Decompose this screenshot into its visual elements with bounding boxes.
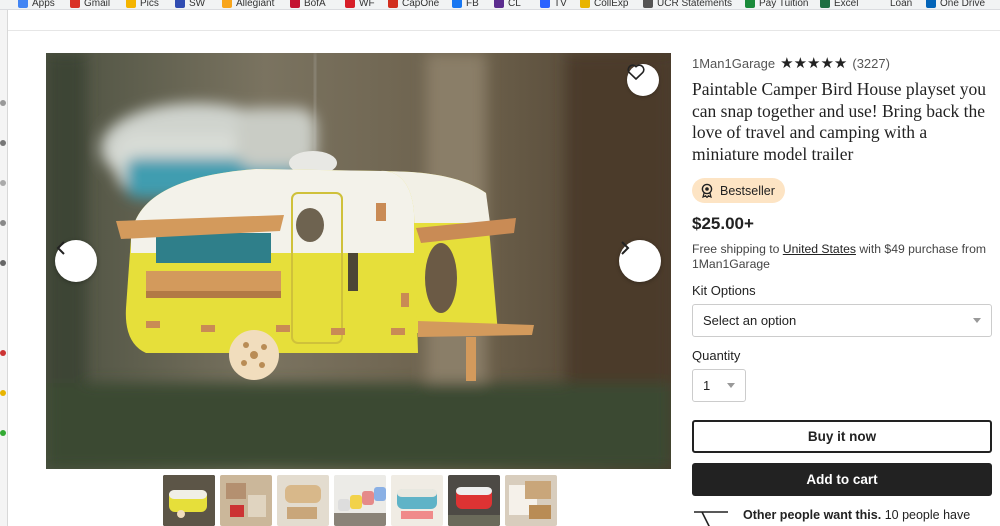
bookmark-allegiant[interactable]: Allegiant [222, 0, 274, 9]
adjacent-window-edge [0, 10, 8, 526]
shipping-prefix: Free shipping to [692, 242, 783, 256]
bookmark-collexp[interactable]: CollExp [580, 0, 628, 9]
shop-rating-line: 1Man1Garage ★★★★★ (3227) [692, 54, 992, 72]
image-thumbnails [163, 475, 557, 526]
thumbnail-2[interactable] [220, 475, 272, 526]
bofa-flag-icon [290, 0, 300, 8]
caret-down-icon [727, 383, 735, 388]
bookmark-sw[interactable]: SW [175, 0, 205, 9]
bookmark-ucr-statements[interactable]: UCR Statements [643, 0, 732, 9]
quantity-select[interactable]: 1 [692, 369, 746, 402]
wf-icon [345, 0, 355, 8]
favorite-button[interactable] [627, 64, 659, 96]
social-proof: Other people want this. 10 people have [692, 508, 992, 526]
shop-name-link[interactable]: 1Man1Garage [692, 56, 775, 71]
buy-it-now-button[interactable]: Buy it now [692, 420, 992, 453]
thumbnail-image [448, 475, 500, 526]
thumbnail-1[interactable] [163, 475, 215, 526]
thumbnail-image [277, 475, 329, 526]
tuition-icon [745, 0, 755, 8]
price: $25.00+ [692, 214, 754, 233]
badge-label: Bestseller [720, 183, 775, 198]
thumbnail-3[interactable] [277, 475, 329, 526]
capone-swoosh-icon [388, 0, 398, 8]
quantity-label: Quantity [692, 348, 741, 363]
award-ribbon-icon [701, 183, 713, 198]
product-main-image[interactable] [46, 53, 671, 469]
shipping-info: Free shipping to United States with $49 … [692, 242, 990, 272]
social-proof-bold: Other people want this. [743, 508, 882, 522]
review-count[interactable]: (3227) [852, 56, 890, 71]
thumbnail-image [163, 475, 215, 526]
chevron-right-icon [621, 241, 630, 255]
star-rating[interactable]: ★★★★★ [780, 54, 847, 72]
bookmark-wf[interactable]: WF [345, 0, 375, 9]
play-icon [540, 0, 550, 8]
add-to-cart-button[interactable]: Add to cart [692, 463, 992, 496]
thumbnail-4[interactable] [334, 475, 386, 526]
heart-icon [627, 64, 645, 80]
listing-info-panel: 1Man1Garage ★★★★★ (3227) Paintable Campe… [692, 54, 992, 526]
bookmark-fb[interactable]: FB [452, 0, 479, 9]
kit-options-value: Select an option [703, 313, 797, 328]
bookmarks-bar: Apps Gmail Pics SW Allegiant BofA WF Cap… [0, 0, 1000, 10]
gmail-icon [70, 0, 80, 8]
bookmark-cl[interactable]: CL [494, 0, 521, 9]
southwest-heart-icon [175, 0, 185, 8]
facebook-icon [452, 0, 462, 8]
previous-image-button[interactable] [55, 240, 97, 282]
bestseller-badge: Bestseller [692, 178, 785, 203]
quantity-value: 1 [703, 378, 711, 393]
listing-title: Paintable Camper Bird House playset you … [692, 79, 987, 164]
collexp-icon [580, 0, 590, 8]
thumbnail-6[interactable] [448, 475, 500, 526]
camper-birdhouse-photo [46, 53, 671, 469]
chevron-left-icon [56, 241, 65, 255]
bookmark-gmail[interactable]: Gmail [70, 0, 110, 9]
allegiant-sun-icon [222, 0, 232, 8]
thumbnail-image [220, 475, 272, 526]
bookmark-bofa[interactable]: BofA [290, 0, 326, 9]
peace-icon [494, 0, 504, 8]
cart-trend-icon [694, 511, 728, 526]
social-proof-text: 10 people have [881, 508, 971, 522]
thumbnail-image [391, 475, 443, 526]
header-divider [8, 30, 1000, 31]
bookmark-pics[interactable]: Pics [126, 0, 159, 9]
excel-icon [820, 0, 830, 8]
bookmark-tv[interactable]: TV [540, 0, 567, 9]
thumbnail-image [334, 475, 386, 526]
next-image-button[interactable] [619, 240, 661, 282]
bookmark-excel[interactable]: Excel [820, 0, 858, 9]
caret-down-icon [973, 318, 981, 323]
thumbnail-5[interactable] [391, 475, 443, 526]
bookmark-apps[interactable]: Apps [18, 0, 55, 9]
apps-grid-icon [18, 0, 28, 8]
onedrive-cloud-icon [926, 0, 936, 8]
shipping-country-link[interactable]: United States [783, 242, 856, 256]
bookmark-loan[interactable]: Loan [890, 0, 912, 9]
bookmark-one-drive[interactable]: One Drive [926, 0, 985, 9]
thumbnail-image [505, 475, 557, 526]
globe-icon [643, 0, 653, 8]
bookmark-pay-tuition[interactable]: Pay Tuition [745, 0, 808, 9]
kit-options-label: Kit Options [692, 283, 756, 298]
bookmark-capone[interactable]: CapOne [388, 0, 439, 9]
kit-options-select[interactable]: Select an option [692, 304, 992, 337]
photos-icon [126, 0, 136, 8]
thumbnail-7[interactable] [505, 475, 557, 526]
